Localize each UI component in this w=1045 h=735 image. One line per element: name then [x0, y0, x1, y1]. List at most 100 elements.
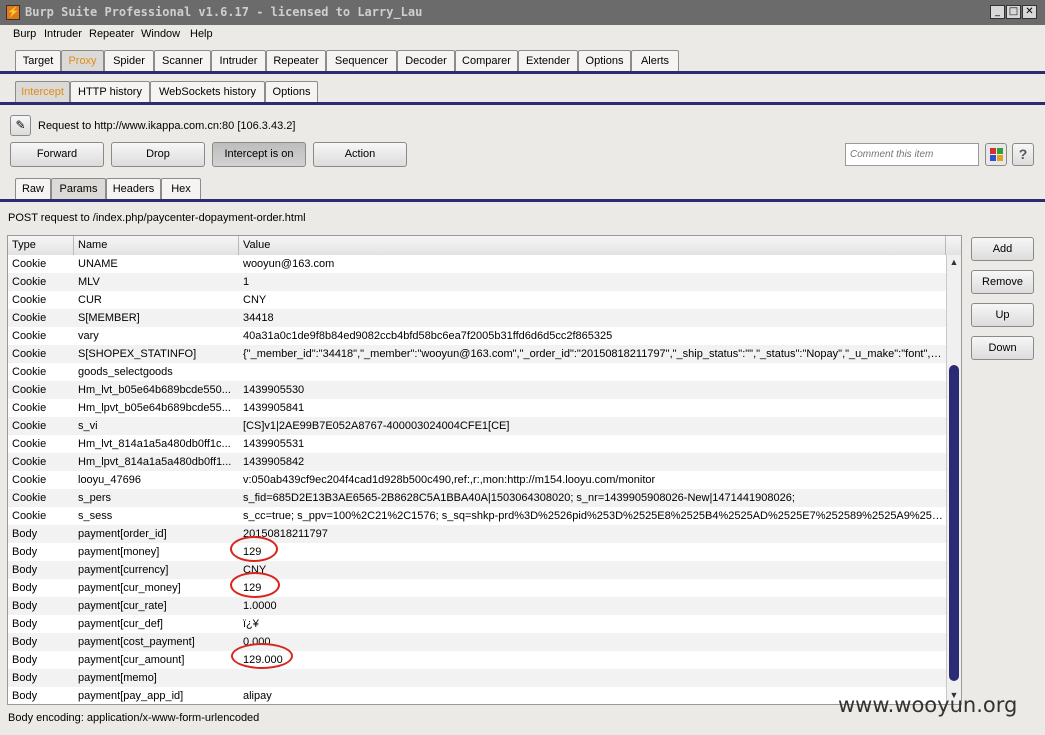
table-row[interactable]: Body payment[cur_rate] 1.0000: [8, 597, 946, 615]
tab-target[interactable]: Target: [15, 50, 61, 71]
scroll-up-arrow-icon[interactable]: ▲: [947, 255, 961, 269]
help-icon[interactable]: ?: [1012, 143, 1034, 166]
action-button[interactable]: Action: [313, 142, 407, 167]
scrollbar-thumb[interactable]: [949, 365, 959, 681]
tab-hex[interactable]: Hex: [161, 178, 201, 199]
param-value: 129: [243, 582, 262, 594]
tab-spider[interactable]: Spider: [104, 50, 154, 71]
table-row[interactable]: Body payment[currency] CNY: [8, 561, 946, 579]
intercept-toggle-button[interactable]: Intercept is on: [212, 142, 306, 167]
minimize-button[interactable]: _: [990, 5, 1005, 19]
column-name[interactable]: Name: [74, 236, 239, 255]
table-row[interactable]: Cookie CUR CNY: [8, 291, 946, 309]
tab-proxy[interactable]: Proxy: [61, 50, 104, 71]
tab-repeater[interactable]: Repeater: [266, 50, 326, 71]
table-row[interactable]: Body payment[cur_amount] 129.000: [8, 651, 946, 669]
post-request-line: POST request to /index.php/paycenter-dop…: [8, 212, 306, 224]
param-name: Hm_lvt_814a1a5a480db0ff1c...: [78, 438, 231, 450]
param-value: CNY: [243, 294, 267, 306]
down-button[interactable]: Down: [971, 336, 1034, 360]
tab-proxy-options[interactable]: Options: [265, 81, 318, 102]
table-row[interactable]: Body payment[money] 129: [8, 543, 946, 561]
table-row[interactable]: Cookie looyu_47696 v:050ab439cf9ec204f4cad…: [8, 471, 946, 489]
request-info: Request to http://www.ikappa.com.cn:80 […: [38, 120, 296, 132]
up-button[interactable]: Up: [971, 303, 1034, 327]
table-row[interactable]: Cookie Hm_lvt_b05e64b689bcde550... 1439905…: [8, 381, 946, 399]
menu-burp[interactable]: Burp: [13, 28, 36, 40]
table-row[interactable]: Cookie MLV 1: [8, 273, 946, 291]
param-type: Body: [12, 618, 38, 630]
table-row[interactable]: Cookie s_sess s_cc=true; s_ppv=100%2C21%2…: [8, 507, 946, 525]
proxy-tab-separator: [0, 102, 1045, 105]
maximize-button[interactable]: □: [1006, 5, 1021, 19]
param-name: Hm_lvt_b05e64b689bcde550...: [78, 384, 231, 396]
tab-params[interactable]: Params: [51, 178, 106, 199]
param-type: Body: [12, 654, 38, 666]
burp-app-icon: ⚡: [6, 5, 20, 20]
menu-intruder[interactable]: Intruder: [44, 28, 82, 40]
tab-intercept[interactable]: Intercept: [15, 81, 70, 102]
table-row[interactable]: Cookie UNAME wooyun@163.com: [8, 255, 946, 273]
param-type: Body: [12, 690, 38, 702]
menu-repeater[interactable]: Repeater: [89, 28, 134, 40]
vertical-scrollbar[interactable]: ▲ ▼: [946, 255, 961, 704]
tab-comparer[interactable]: Comparer: [455, 50, 518, 71]
remove-button[interactable]: Remove: [971, 270, 1034, 294]
table-row[interactable]: Body payment[pay_app_id] alipay: [8, 687, 946, 704]
tab-http-history[interactable]: HTTP history: [70, 81, 150, 102]
table-row[interactable]: Body payment[cost_payment] 0.000: [8, 633, 946, 651]
column-type[interactable]: Type: [8, 236, 74, 255]
param-name: s_vi: [78, 420, 98, 432]
table-row[interactable]: Body payment[cur_def] ï¿¥: [8, 615, 946, 633]
tab-options[interactable]: Options: [578, 50, 631, 71]
param-type: Cookie: [12, 294, 47, 306]
table-row[interactable]: Body payment[cur_money] 129: [8, 579, 946, 597]
table-row[interactable]: Cookie Hm_lvt_814a1a5a480db0ff1c... 143990…: [8, 435, 946, 453]
tab-websockets-history[interactable]: WebSockets history: [150, 81, 265, 102]
table-row[interactable]: Cookie vary 40a31a0c1de9f8b84ed9082ccb4bfd…: [8, 327, 946, 345]
params-rows: Cookie UNAME wooyun@163.com Cookie MLV 1 Cooki…: [8, 255, 946, 704]
add-button[interactable]: Add: [971, 237, 1034, 261]
menu-help[interactable]: Help: [190, 28, 213, 40]
table-row[interactable]: Cookie S[MEMBER] 34418: [8, 309, 946, 327]
highlight-color-icon[interactable]: [985, 143, 1007, 166]
watermark: www.wooyun.org: [838, 693, 1018, 717]
tab-extender[interactable]: Extender: [518, 50, 578, 71]
forward-button[interactable]: Forward: [10, 142, 104, 167]
param-value: s_cc=true; s_ppv=100%2C21%2C1576; s_sq=s…: [243, 510, 943, 522]
table-row[interactable]: Cookie s_pers s_fid=685D2E13B3AE6565-2B86…: [8, 489, 946, 507]
param-name: MLV: [78, 276, 100, 288]
param-value: 40a31a0c1de9f8b84ed9082ccb4bfd58bc6ea7f2…: [243, 330, 613, 342]
tab-alerts[interactable]: Alerts: [631, 50, 679, 71]
param-value: 1: [243, 276, 250, 288]
param-value: 0.000: [243, 636, 271, 648]
table-row[interactable]: Cookie Hm_lpvt_814a1a5a480db0ff1... 143990…: [8, 453, 946, 471]
param-name: payment[order_id]: [78, 528, 167, 540]
edit-pencil-icon[interactable]: ✎: [10, 115, 31, 136]
tab-headers[interactable]: Headers: [106, 178, 161, 199]
comment-input[interactable]: [845, 143, 979, 166]
param-value: 1439905531: [243, 438, 305, 450]
tab-raw[interactable]: Raw: [15, 178, 51, 199]
tab-decoder[interactable]: Decoder: [397, 50, 455, 71]
table-row[interactable]: Body payment[memo]: [8, 669, 946, 687]
param-type: Cookie: [12, 402, 47, 414]
tab-intruder[interactable]: Intruder: [211, 50, 266, 71]
table-row[interactable]: Cookie goods_selectgoods: [8, 363, 946, 381]
table-row[interactable]: Cookie S[SHOPEX_STATINFO] {"_member_id":"3…: [8, 345, 946, 363]
param-value: 1.0000: [243, 600, 277, 612]
column-value[interactable]: Value: [239, 236, 946, 255]
tab-scanner[interactable]: Scanner: [154, 50, 211, 71]
table-row[interactable]: Cookie s_vi [CS]v1|2AE99B7E052A8767-400003…: [8, 417, 946, 435]
param-name: payment[money]: [78, 546, 160, 558]
table-row[interactable]: Cookie Hm_lpvt_b05e64b689bcde55... 1439905…: [8, 399, 946, 417]
menu-window[interactable]: Window: [141, 28, 180, 40]
close-button[interactable]: ✕: [1022, 5, 1037, 19]
param-value: CNY: [243, 564, 267, 576]
param-type: Cookie: [12, 492, 47, 504]
param-type: Body: [12, 582, 38, 594]
param-type: Cookie: [12, 330, 47, 342]
tab-sequencer[interactable]: Sequencer: [326, 50, 397, 71]
drop-button[interactable]: Drop: [111, 142, 205, 167]
table-row[interactable]: Body payment[order_id] 20150818211797: [8, 525, 946, 543]
